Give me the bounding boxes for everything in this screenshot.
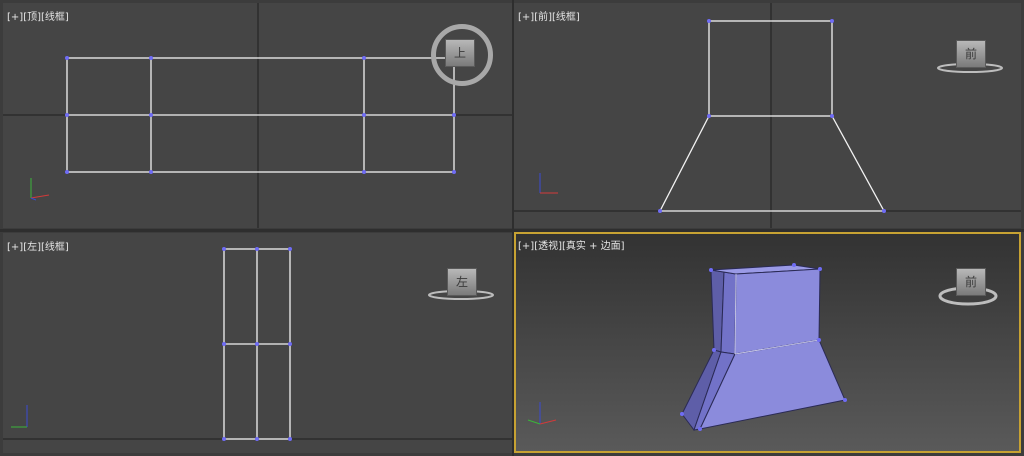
front-view-wireframe	[514, 3, 1021, 228]
viewport-label-top[interactable]: [+][顶][线框]	[7, 8, 69, 23]
viewport-view-name[interactable]: [顶]	[23, 12, 41, 23]
viewport-view-name[interactable]: [透视]	[534, 241, 562, 252]
viewport-shading-mode[interactable]: [线框]	[552, 12, 580, 23]
viewcube-icon[interactable]: 前	[956, 40, 986, 68]
viewport-label-front[interactable]: [+][前][线框]	[518, 8, 580, 23]
viewport-top[interactable]: 上 [+][顶][线框]	[3, 3, 512, 228]
perspective-view-mesh	[527, 263, 998, 432]
axis-tripod-icon	[539, 173, 558, 194]
viewport-plus-menu[interactable]: [+]	[7, 12, 23, 23]
viewport-left[interactable]: 左 [+][左][线框]	[3, 233, 512, 453]
viewport-shading-mode[interactable]: [线框]	[41, 242, 69, 253]
viewport-plus-menu[interactable]: [+]	[518, 241, 534, 252]
viewport-front[interactable]: 前 [+][前][线框]	[514, 3, 1021, 228]
viewcube-icon[interactable]: 左	[447, 268, 477, 296]
viewport-perspective[interactable]: 前 [+][透视][真实 + 边面]	[514, 232, 1021, 453]
viewport-plus-menu[interactable]: [+]	[518, 12, 534, 23]
viewport-view-name[interactable]: [左]	[23, 242, 41, 253]
axis-tripod-icon	[527, 402, 557, 425]
viewcube-icon[interactable]: 前	[956, 268, 986, 296]
viewcube-icon[interactable]: 上	[445, 39, 475, 67]
axis-tripod-icon	[30, 178, 50, 201]
axis-tripod-icon	[11, 405, 28, 428]
viewport-shading-mode[interactable]: [真实 + 边面]	[562, 241, 625, 252]
viewport-view-name[interactable]: [前]	[534, 12, 552, 23]
viewport-shading-mode[interactable]: [线框]	[41, 12, 69, 23]
viewport-plus-menu[interactable]: [+]	[7, 242, 23, 253]
viewport-label-left[interactable]: [+][左][线框]	[7, 238, 69, 253]
viewport-label-perspective[interactable]: [+][透视][真实 + 边面]	[518, 237, 625, 252]
left-view-wireframe	[3, 247, 512, 441]
